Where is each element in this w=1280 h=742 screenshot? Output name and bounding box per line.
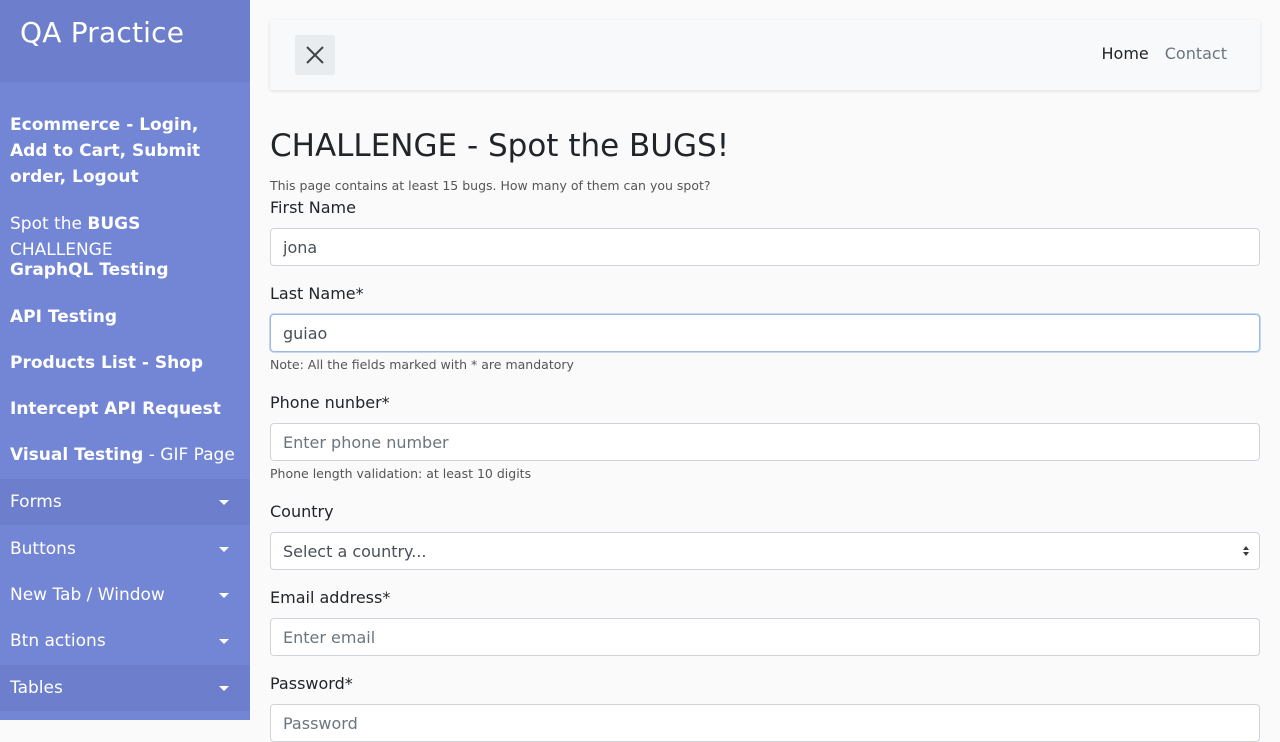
first-name-label: First Name — [270, 198, 356, 217]
sidebar: QA Practice Ecommerce - Login, Add to Ca… — [0, 0, 250, 720]
sidebar-item-label-pre: Spot the — [10, 214, 88, 234]
caret-down-icon — [219, 592, 229, 598]
caret-down-icon — [219, 499, 229, 505]
country-selected-value: Select a country... — [283, 541, 427, 561]
phone-label: Phone nunber* — [270, 393, 390, 412]
sidebar-dropdown-forms[interactable]: Forms — [0, 479, 250, 525]
sidebar-item-api-testing[interactable]: API Testing — [0, 304, 250, 330]
sidebar-item-label: GraphQL Testing — [10, 260, 169, 280]
email-input[interactable] — [270, 618, 1260, 656]
sidebar-dropdown-btn-actions[interactable]: Btn actions — [0, 618, 250, 664]
sidebar-item-ecommerce[interactable]: Ecommerce - Login, Add to Cart, Submit o… — [0, 112, 250, 190]
country-select[interactable]: Select a country... — [270, 532, 1260, 570]
close-icon — [306, 46, 324, 64]
sidebar-item-label-bold: BUGS — [87, 214, 141, 234]
password-label: Password* — [270, 674, 353, 693]
sidebar-toggle-button[interactable] — [295, 35, 335, 75]
sidebar-dropdown-label: New Tab / Window — [10, 585, 165, 605]
intro-text: This page contains at least 15 bugs. How… — [270, 178, 711, 193]
sidebar-item-label: Products List - Shop — [10, 353, 204, 373]
caret-down-icon — [219, 685, 229, 691]
first-name-input[interactable] — [270, 228, 1260, 266]
password-input[interactable] — [270, 704, 1260, 742]
brand-title: QA Practice — [0, 0, 250, 82]
top-nav-links: Home Contact — [1102, 44, 1228, 63]
country-label: Country — [270, 502, 334, 521]
sidebar-dropdown-label: Btn actions — [10, 631, 106, 651]
sidebar-item-label-bold: Visual Testing — [10, 445, 144, 465]
nav-link-contact[interactable]: Contact — [1165, 44, 1227, 63]
sidebar-item-products-list[interactable]: Products List - Shop — [0, 350, 250, 376]
phone-note: Phone length validation: at least 10 dig… — [270, 466, 532, 481]
email-label: Email address* — [270, 588, 391, 607]
sidebar-dropdown-new-tab[interactable]: New Tab / Window — [0, 572, 250, 618]
sidebar-item-graphql[interactable]: GraphQL Testing — [0, 257, 250, 283]
select-arrows-icon — [1243, 546, 1249, 556]
page-title: CHALLENGE - Spot the BUGS! — [270, 128, 730, 164]
sidebar-dropdown-label: Buttons — [10, 539, 76, 559]
last-name-input[interactable] — [270, 314, 1260, 352]
nav-link-home[interactable]: Home — [1102, 44, 1149, 63]
country-select-box: Select a country... — [270, 532, 1260, 570]
sidebar-item-label: Ecommerce - Login, Add to Cart, Submit o… — [10, 115, 201, 187]
caret-down-icon — [219, 638, 229, 644]
sidebar-item-spot-bugs[interactable]: Spot the BUGS CHALLENGE — [0, 211, 250, 263]
caret-down-icon — [219, 546, 229, 552]
sidebar-dropdown-label: Forms — [10, 492, 62, 512]
mandatory-note: Note: All the fields marked with * are m… — [270, 357, 574, 372]
sidebar-item-visual-testing[interactable]: Visual Testing - GIF Page — [0, 442, 250, 468]
sidebar-dropdown-tables[interactable]: Tables — [0, 665, 250, 711]
phone-input[interactable] — [270, 423, 1260, 461]
sidebar-dropdown-buttons[interactable]: Buttons — [0, 526, 250, 572]
sidebar-item-intercept-api[interactable]: Intercept API Request — [0, 396, 250, 422]
last-name-label: Last Name* — [270, 284, 364, 303]
sidebar-item-label-rest: - GIF Page — [143, 445, 235, 465]
sidebar-dropdown-label: Tables — [10, 678, 63, 698]
sidebar-item-label: API Testing — [10, 307, 118, 327]
top-navbar: Home Contact — [270, 20, 1260, 90]
sidebar-item-label: Intercept API Request — [10, 399, 221, 419]
